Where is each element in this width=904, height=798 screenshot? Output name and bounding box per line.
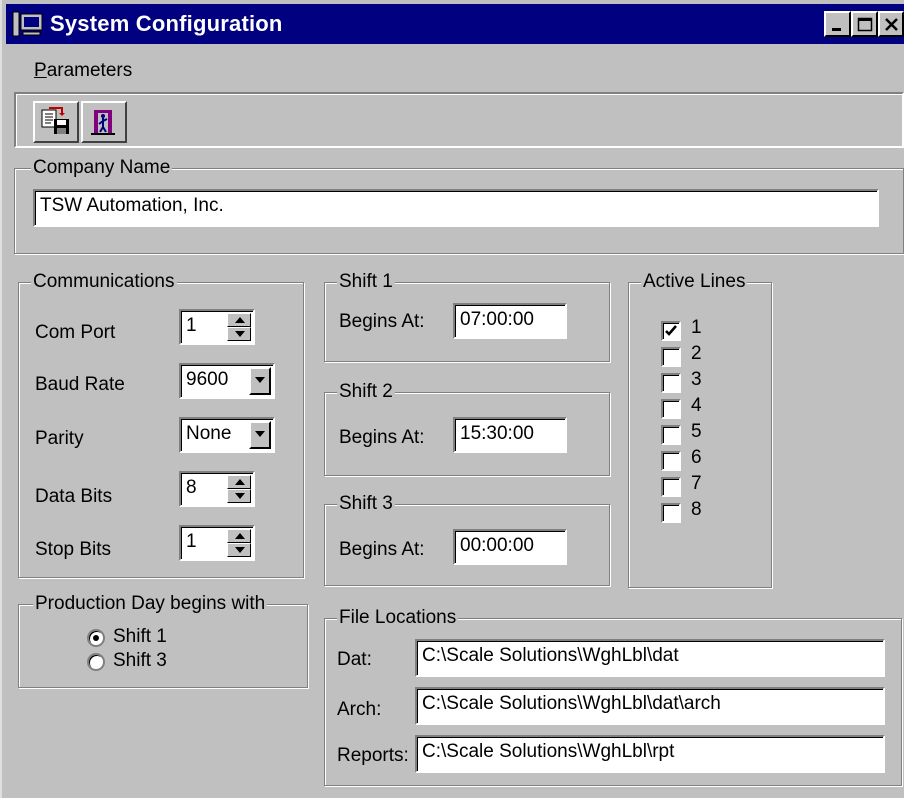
active-line-6-label: 6 <box>691 447 702 468</box>
toolbar <box>14 92 904 148</box>
active-lines-legend: Active Lines <box>641 271 748 293</box>
production-day-shift-3-label: Shift 3 <box>113 650 167 671</box>
active-line-7-label: 7 <box>691 473 702 494</box>
stop-bits-up-button[interactable] <box>227 529 251 543</box>
production-day-group: Production Day begins with Shift 1 Shift… <box>18 593 308 688</box>
data-bits-down-button[interactable] <box>227 489 251 503</box>
com-port-spinner[interactable]: 1 <box>179 309 255 345</box>
window-title: System Configuration <box>50 11 283 36</box>
parity-label: Parity <box>35 428 84 449</box>
file-locations-legend: File Locations <box>337 607 459 629</box>
data-bits-up-button[interactable] <box>227 475 251 489</box>
shift-3-begins-input[interactable]: 00:00:00 <box>453 529 567 565</box>
active-line-5-checkbox[interactable] <box>661 425 681 445</box>
checkmark-icon <box>665 325 677 336</box>
shift-1-begins-input[interactable]: 07:00:00 <box>453 303 567 339</box>
active-line-3-label: 3 <box>691 369 702 390</box>
com-port-down-button[interactable] <box>227 327 251 341</box>
stop-bits-spinner[interactable]: 1 <box>179 525 255 561</box>
communications-group: Communications Com Port 1 Baud Rate 9600… <box>18 271 304 578</box>
com-port-up-button[interactable] <box>227 313 251 327</box>
active-line-1-label: 1 <box>691 317 702 338</box>
stop-bits-value: 1 <box>186 531 197 552</box>
stop-bits-label: Stop Bits <box>35 539 112 560</box>
minimize-button[interactable] <box>824 11 851 37</box>
chevron-down-icon <box>255 431 265 437</box>
file-locations-group: File Locations Dat: C:\Scale Solutions\W… <box>324 607 902 786</box>
shift-2-group: Shift 2 Begins At: 15:30:00 <box>324 381 610 476</box>
active-line-5-label: 5 <box>691 421 702 442</box>
save-document-icon <box>41 107 69 134</box>
active-line-2-label: 2 <box>691 343 702 364</box>
spin-up-icon <box>235 479 245 485</box>
production-day-shift-1-radio[interactable] <box>87 629 105 647</box>
shift-3-legend: Shift 3 <box>337 493 395 515</box>
maximize-icon <box>857 17 873 32</box>
spin-down-icon <box>235 493 245 499</box>
exit-door-icon <box>91 110 115 135</box>
dat-label: Dat: <box>337 649 372 670</box>
arch-path-input[interactable]: C:\Scale Solutions\WghLbl\dat\arch <box>415 687 885 725</box>
spin-down-icon <box>235 331 245 337</box>
close-icon <box>885 18 898 31</box>
baud-rate-select[interactable]: 9600 <box>179 363 275 399</box>
baud-rate-label: Baud Rate <box>35 374 125 395</box>
title-bar[interactable]: System Configuration <box>6 4 904 44</box>
baud-rate-value: 9600 <box>186 369 229 390</box>
reports-label: Reports: <box>337 745 409 766</box>
shift-3-begins-label: Begins At: <box>339 539 425 560</box>
spin-down-icon <box>235 547 245 553</box>
data-bits-spinner[interactable]: 8 <box>179 471 255 507</box>
shift-1-legend: Shift 1 <box>337 271 395 293</box>
dat-path-input[interactable]: C:\Scale Solutions\WghLbl\dat <box>415 639 885 677</box>
close-button[interactable] <box>878 11 904 37</box>
active-line-8-label: 8 <box>691 499 702 520</box>
baud-rate-dropdown-button[interactable] <box>249 367 271 395</box>
shift-1-group: Shift 1 Begins At: 07:00:00 <box>324 271 610 362</box>
shift-2-legend: Shift 2 <box>337 381 395 403</box>
stop-bits-down-button[interactable] <box>227 543 251 557</box>
system-configuration-window: System Configuration Parameters Company … <box>0 0 904 798</box>
company-name-legend: Company Name <box>31 157 173 179</box>
active-lines-group: Active Lines 1 2 3 4 5 6 7 8 <box>628 271 772 588</box>
parity-value: None <box>186 423 232 444</box>
shift-2-begins-input[interactable]: 15:30:00 <box>453 417 567 453</box>
data-bits-label: Data Bits <box>35 486 113 507</box>
active-line-3-checkbox[interactable] <box>661 373 681 393</box>
reports-path-input[interactable]: C:\Scale Solutions\WghLbl\rpt <box>415 735 885 773</box>
maximize-button[interactable] <box>851 11 878 37</box>
active-line-1-checkbox[interactable] <box>661 321 681 341</box>
minimize-icon <box>832 28 841 31</box>
company-name-group: Company Name TSW Automation, Inc. <box>14 157 904 254</box>
radio-selected-dot <box>93 635 99 641</box>
spin-up-icon <box>235 533 245 539</box>
active-line-2-checkbox[interactable] <box>661 347 681 367</box>
active-line-7-checkbox[interactable] <box>661 477 681 497</box>
spin-up-icon <box>235 317 245 323</box>
shift-2-begins-label: Begins At: <box>339 427 425 448</box>
arch-label: Arch: <box>337 699 382 720</box>
parity-select[interactable]: None <box>179 417 275 453</box>
menu-parameters[interactable]: Parameters <box>34 60 132 82</box>
com-port-value: 1 <box>186 315 197 336</box>
data-bits-value: 8 <box>186 477 197 498</box>
company-name-input[interactable]: TSW Automation, Inc. <box>33 189 879 227</box>
production-day-legend: Production Day begins with <box>33 593 268 615</box>
production-day-shift-1-label: Shift 1 <box>113 626 167 647</box>
parity-dropdown-button[interactable] <box>249 421 271 449</box>
production-day-shift-3-radio[interactable] <box>87 653 105 671</box>
computer-icon <box>12 10 44 38</box>
shift-3-group: Shift 3 Begins At: 00:00:00 <box>324 493 610 586</box>
exit-button[interactable] <box>81 101 127 143</box>
shift-1-begins-label: Begins At: <box>339 311 425 332</box>
active-line-6-checkbox[interactable] <box>661 451 681 471</box>
communications-legend: Communications <box>31 271 177 293</box>
active-line-8-checkbox[interactable] <box>661 503 681 523</box>
com-port-label: Com Port <box>35 322 116 343</box>
save-button[interactable] <box>33 101 79 143</box>
chevron-down-icon <box>255 377 265 383</box>
active-line-4-label: 4 <box>691 395 702 416</box>
active-line-4-checkbox[interactable] <box>661 399 681 419</box>
